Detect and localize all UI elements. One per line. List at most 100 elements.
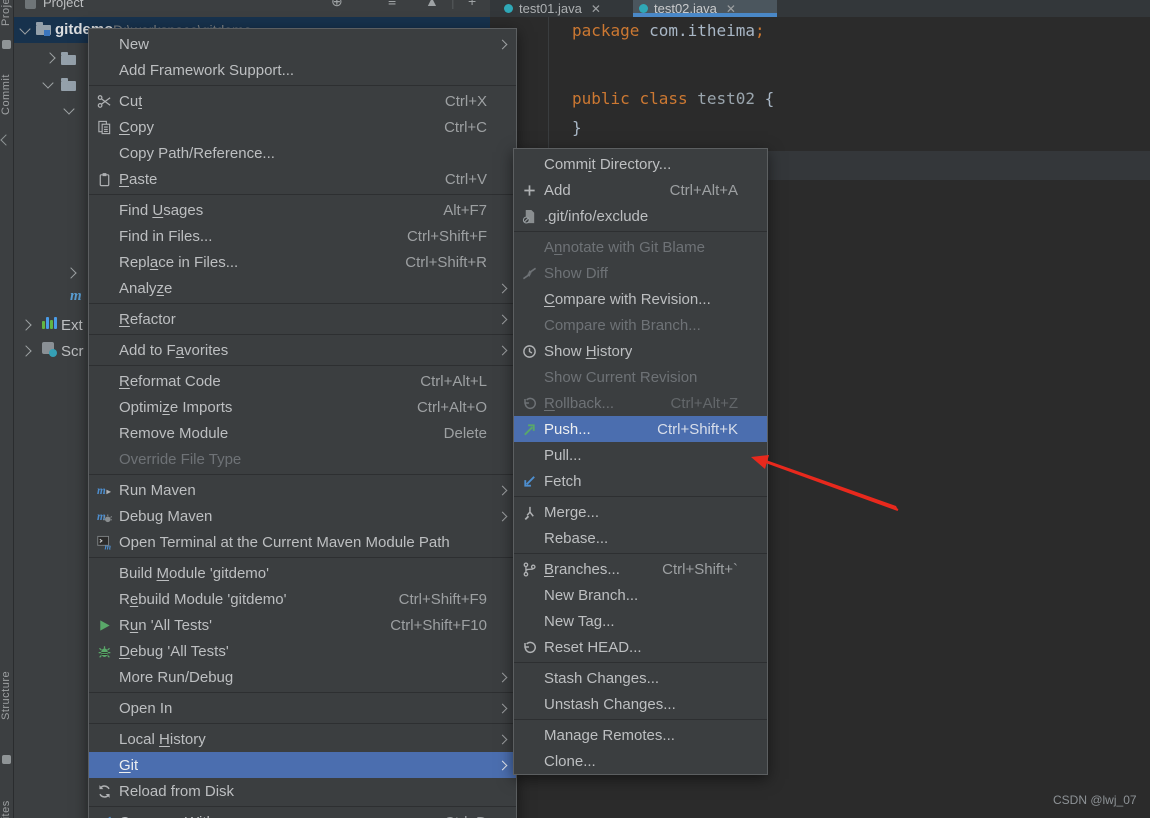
menu-icon-blank xyxy=(520,727,538,743)
menu-item-copy-path-reference[interactable]: Copy Path/Reference... xyxy=(89,140,516,166)
menu-item-shortcut: Ctrl+Shift+K xyxy=(657,420,738,438)
menu-icon-blank xyxy=(95,425,113,441)
menu-item-show-history[interactable]: Show History xyxy=(514,338,767,364)
menu-item-find-in-files[interactable]: Find in Files... Ctrl+Shift+F xyxy=(89,223,516,249)
menu-icon-blank xyxy=(95,145,113,161)
menu-item-label: Local History xyxy=(119,730,206,748)
menu-item-debug-maven[interactable]: m Debug Maven xyxy=(89,503,516,529)
menu-item-git[interactable]: Git xyxy=(89,752,516,778)
project-panel-header: Project ⊕ ≡ ▲ | + xyxy=(13,0,490,17)
menu-item-add-to-favorites[interactable]: Add to Favorites xyxy=(89,337,516,363)
menu-item-find-usages[interactable]: Find Usages Alt+F7 xyxy=(89,197,516,223)
menu-item-run-all-tests[interactable]: Run 'All Tests' Ctrl+Shift+F10 xyxy=(89,612,516,638)
menu-item-push[interactable]: Push... Ctrl+Shift+K xyxy=(514,416,767,442)
menu-item-compare-with[interactable]: Compare With Ctrl+D xyxy=(89,809,516,818)
menu-item-stash-changes[interactable]: Stash Changes... xyxy=(514,665,767,691)
locate-icon[interactable]: ⊕ xyxy=(331,0,343,10)
menu-item-unstash-changes[interactable]: Unstash Changes... xyxy=(514,691,767,717)
folder-icon xyxy=(61,52,76,65)
menu-item-refactor[interactable]: Refactor xyxy=(89,306,516,332)
stripe-tab-project[interactable]: Project xyxy=(0,0,13,39)
chevron-down-icon[interactable] xyxy=(42,77,54,89)
menu-icon-blank xyxy=(95,280,113,296)
chevron-right-icon[interactable] xyxy=(20,319,32,331)
menu-item-add[interactable]: Add Ctrl+Alt+A xyxy=(514,177,767,203)
menu-item-optimize-imports[interactable]: Optimize Imports Ctrl+Alt+O xyxy=(89,394,516,420)
menu-item-label: Compare with Revision... xyxy=(544,290,710,308)
menu-icon-blank xyxy=(95,228,113,244)
menu-item-copy[interactable]: Copy Ctrl+C xyxy=(89,114,516,140)
menu-icon-blank xyxy=(95,591,113,607)
menu-item-label: Compare With xyxy=(119,814,215,818)
tab-test01-java[interactable]: test01.java ✕ xyxy=(498,0,630,17)
menu-icon-blank xyxy=(520,317,538,333)
menu-item-fetch[interactable]: Fetch xyxy=(514,468,767,494)
menu-item-label: Find in Files... xyxy=(119,227,213,245)
stripe-tab-structure[interactable]: Structure xyxy=(0,645,13,745)
menu-item-pull[interactable]: Pull... xyxy=(514,442,767,468)
menu-icon-blank xyxy=(520,587,538,603)
scroll-up-icon[interactable]: ▲ xyxy=(425,0,439,9)
chevron-right-icon[interactable] xyxy=(44,52,56,64)
chevron-right-icon[interactable] xyxy=(20,345,32,357)
menu-item-branches[interactable]: Branches... Ctrl+Shift+` xyxy=(514,556,767,582)
external-libraries-icon xyxy=(42,317,57,329)
menu-item-open-terminal-at-the-current-maven-module-path[interactable]: m Open Terminal at the Current Maven Modu… xyxy=(89,529,516,555)
options-icon[interactable]: + xyxy=(468,0,476,9)
menu-item-shortcut: Delete xyxy=(443,424,487,442)
chevron-down-icon[interactable] xyxy=(63,103,75,115)
menu-item-shortcut: Ctrl+Shift+F10 xyxy=(390,616,487,634)
menu-item-rebase[interactable]: Rebase... xyxy=(514,525,767,551)
menu-item-commit-directory[interactable]: Commit Directory... xyxy=(514,151,767,177)
menu-item-new-branch[interactable]: New Branch... xyxy=(514,582,767,608)
menu-icon-blank xyxy=(95,700,113,716)
collapse-all-icon[interactable]: ≡ xyxy=(388,0,396,9)
menu-separator xyxy=(514,719,767,720)
menu-item-label: Push... xyxy=(544,420,591,438)
maven-file-icon[interactable]: m xyxy=(70,288,82,305)
menu-item-new[interactable]: New xyxy=(89,31,516,57)
menu-item-debug-all-tests[interactable]: Debug 'All Tests' xyxy=(89,638,516,664)
menu-item-open-in[interactable]: Open In xyxy=(89,695,516,721)
menu-item-label: Merge... xyxy=(544,503,600,521)
menu-item-local-history[interactable]: Local History xyxy=(89,726,516,752)
menu-item-cut[interactable]: Cut Ctrl+X xyxy=(89,88,516,114)
menu-item-new-tag[interactable]: New Tag... xyxy=(514,608,767,634)
tree-node-external-libraries[interactable]: Ext xyxy=(61,317,83,334)
menu-item-replace-in-files[interactable]: Replace in Files... Ctrl+Shift+R xyxy=(89,249,516,275)
chevron-down-icon[interactable] xyxy=(19,23,31,35)
menu-item-merge[interactable]: Merge... xyxy=(514,499,767,525)
menu-item-label: Find Usages xyxy=(119,201,204,219)
close-icon[interactable]: ✕ xyxy=(591,2,601,16)
menu-item-reformat-code[interactable]: Reformat Code Ctrl+Alt+L xyxy=(89,368,516,394)
menu-item-reload-from-disk[interactable]: Reload from Disk xyxy=(89,778,516,804)
menu-item-label: Reformat Code xyxy=(119,372,221,390)
menu-icon-blank xyxy=(95,62,113,78)
menu-item-paste[interactable]: Paste Ctrl+V xyxy=(89,166,516,192)
menu-icon-blank xyxy=(95,342,113,358)
stripe-tab-commit[interactable]: Commit xyxy=(0,62,13,128)
menu-item-build-module-gitdemo[interactable]: Build Module 'gitdemo' xyxy=(89,560,516,586)
menu-item-manage-remotes[interactable]: Manage Remotes... xyxy=(514,722,767,748)
stripe-tab-favorites[interactable]: Favorites xyxy=(0,770,13,818)
menu-item-shortcut: Ctrl+D xyxy=(416,814,487,818)
maven-run-icon: m xyxy=(95,482,113,498)
menu-item-label: New xyxy=(119,35,150,53)
menu-item-remove-module[interactable]: Remove Module Delete xyxy=(89,420,516,446)
menu-item-git-info-exclude[interactable]: .git/info/exclude xyxy=(514,203,767,229)
menu-item-run-maven[interactable]: m Run Maven xyxy=(89,477,516,503)
menu-item-label: Add Framework Support... xyxy=(119,61,295,79)
menu-icon-blank xyxy=(520,530,538,546)
menu-item-clone[interactable]: Clone... xyxy=(514,748,767,774)
close-icon[interactable]: ✕ xyxy=(726,2,736,16)
menu-item-add-framework-support[interactable]: Add Framework Support... xyxy=(89,57,516,83)
menu-item-analyze[interactable]: Analyze xyxy=(89,275,516,301)
tree-node-scratches[interactable]: Scr xyxy=(61,343,84,360)
menu-item-reset-head[interactable]: Reset HEAD... xyxy=(514,634,767,660)
tab-test02-java[interactable]: test02.java ✕ xyxy=(633,0,777,17)
menu-item-rebuild-module-gitdemo[interactable]: Rebuild Module 'gitdemo' Ctrl+Shift+F9 xyxy=(89,586,516,612)
project-context-menu: New Add Framework Support... Cut Ctrl+X Copy… xyxy=(88,28,517,818)
chevron-right-icon[interactable] xyxy=(65,267,77,279)
menu-item-more-run-debug[interactable]: More Run/Debug xyxy=(89,664,516,690)
menu-item-compare-with-revision[interactable]: Compare with Revision... xyxy=(514,286,767,312)
